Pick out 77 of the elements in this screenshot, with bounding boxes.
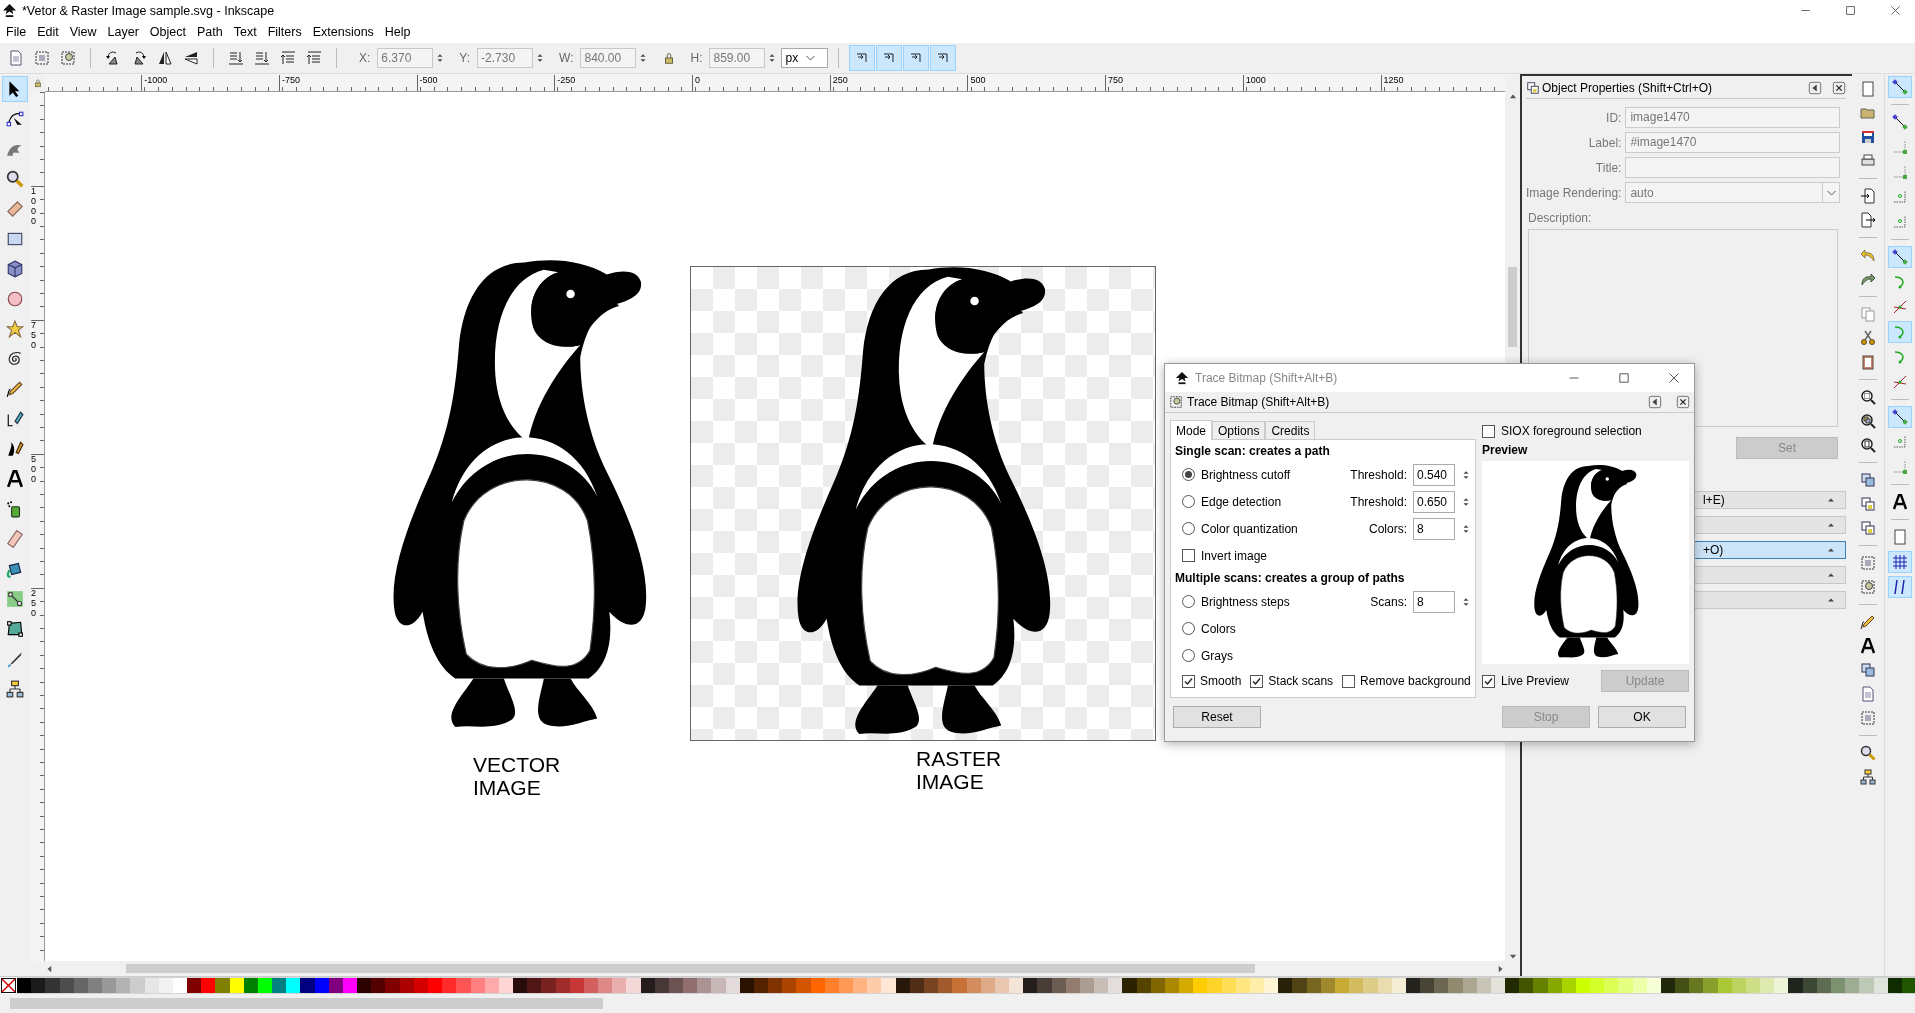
- parameter-label: Colors:: [1369, 521, 1407, 536]
- menu-item[interactable]: Edit: [32, 23, 65, 41]
- dialog-button[interactable]: Reset: [1173, 706, 1261, 728]
- description-label: Description:: [1528, 211, 1593, 225]
- parameter-label: Threshold:: [1350, 494, 1407, 509]
- panel-bar-title: l+E): [1703, 493, 1725, 507]
- menu-item[interactable]: Extensions: [307, 23, 380, 41]
- coordinate-field[interactable]: 859.00: [709, 48, 766, 68]
- coordinate-field[interactable]: 6.370: [377, 48, 434, 68]
- window-title: *Vetor & Raster Image sample.svg - Inkscape: [22, 3, 275, 18]
- ruler-label: -250: [554, 75, 576, 91]
- option-label[interactable]: Color quantization: [1201, 521, 1363, 536]
- option-label[interactable]: Brightness steps: [1201, 594, 1365, 609]
- ruler-label: 0: [692, 75, 700, 91]
- coordinate-field[interactable]: -2.730: [477, 48, 534, 68]
- coordinate-label: H:: [690, 51, 703, 65]
- ruler-label: 500: [31, 454, 40, 485]
- tab[interactable]: Credits: [1265, 421, 1316, 439]
- ruler-label: 1000: [31, 186, 40, 227]
- menu-item[interactable]: Text: [228, 23, 263, 41]
- dialog-button[interactable]: OK: [1598, 706, 1686, 728]
- coordinate-label: W:: [559, 51, 574, 65]
- field-label: Image Rendering:: [1526, 185, 1622, 200]
- field-label: Title:: [1594, 160, 1622, 175]
- tab[interactable]: Mode: [1170, 420, 1213, 440]
- ruler-label: -750: [278, 75, 300, 91]
- section-heading: Single scan: creates a path: [1175, 443, 1331, 460]
- ruler-label: 250: [829, 75, 848, 91]
- option-label[interactable]: Remove background: [1360, 674, 1471, 688]
- property-field[interactable]: #image1470: [1625, 132, 1840, 153]
- spin-field[interactable]: 8: [1413, 590, 1455, 613]
- option-label[interactable]: Edge detection: [1201, 494, 1345, 509]
- coordinate-field[interactable]: 840.00: [580, 48, 637, 68]
- menu-item[interactable]: File: [1, 23, 33, 41]
- menu-item[interactable]: View: [64, 23, 103, 41]
- dialog-title: Trace Bitmap (Shift+Alt+B): [1187, 395, 1331, 409]
- option-label[interactable]: Colors: [1201, 621, 1471, 636]
- field-label: Label:: [1587, 135, 1622, 150]
- option-label[interactable]: Invert image: [1201, 548, 1471, 563]
- option-label[interactable]: Brightness cutoff: [1201, 467, 1345, 482]
- menu-item[interactable]: Object: [144, 23, 192, 41]
- panel-title: Object Properties (Shift+Ctrl+O): [1542, 81, 1714, 95]
- panel-bar-title: +O): [1703, 543, 1724, 557]
- option-label[interactable]: Stack scans: [1268, 674, 1334, 688]
- option-label[interactable]: Live Preview: [1501, 674, 1570, 688]
- ruler-label: -500: [416, 75, 438, 91]
- menu-item[interactable]: Filters: [262, 23, 308, 41]
- menu-item[interactable]: Path: [192, 23, 229, 41]
- preview-heading: Preview: [1482, 443, 1529, 457]
- ruler-label: 750: [31, 320, 40, 351]
- image-caption: VECTOR IMAGE: [473, 754, 561, 800]
- ruler-label: 750: [1105, 75, 1124, 91]
- spin-field[interactable]: 8: [1413, 517, 1455, 540]
- ruler-label: 1250: [1380, 75, 1404, 91]
- tab[interactable]: Options: [1212, 421, 1266, 439]
- ruler-label: 1000: [1242, 75, 1266, 91]
- coordinate-label: Y:: [459, 51, 471, 65]
- image-caption: RASTER IMAGE: [916, 748, 1002, 794]
- spin-field[interactable]: 0.650: [1413, 490, 1455, 513]
- spin-field[interactable]: 0.540: [1413, 463, 1455, 486]
- ruler-label: 500: [967, 75, 986, 91]
- dialog-window-title: Trace Bitmap (Shift+Alt+B): [1195, 371, 1339, 385]
- ruler-label: -1000: [141, 75, 168, 91]
- unit-dropdown[interactable]: px: [781, 48, 829, 68]
- parameter-label: Scans:: [1370, 594, 1407, 609]
- menu-item[interactable]: Help: [379, 23, 417, 41]
- option-label[interactable]: SIOX foreground selection: [1501, 424, 1642, 438]
- rendering-dropdown[interactable]: auto: [1625, 182, 1840, 203]
- section-heading: Multiple scans: creates a group of paths: [1175, 570, 1406, 587]
- field-label: ID:: [1605, 110, 1622, 125]
- parameter-label: Threshold:: [1350, 467, 1407, 482]
- option-label[interactable]: Smooth: [1200, 674, 1242, 688]
- ruler-label: 250: [31, 588, 40, 619]
- property-field[interactable]: image1470: [1625, 107, 1840, 128]
- menu-item[interactable]: Layer: [102, 23, 145, 41]
- option-label[interactable]: Grays: [1201, 648, 1471, 663]
- coordinate-label: X:: [359, 51, 371, 65]
